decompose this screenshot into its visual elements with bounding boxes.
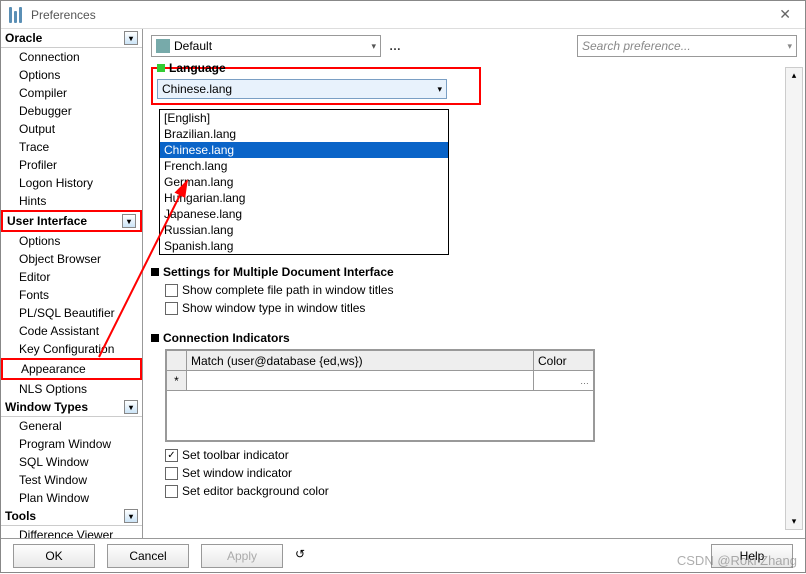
editor-bgcolor-checkbox[interactable]: Set editor background color (151, 482, 773, 500)
mdi-windowtype-checkbox[interactable]: Show window type in window titles (151, 299, 773, 317)
title-bar: Preferences ✕ (1, 1, 805, 29)
toolbar-indicator-checkbox[interactable]: ✓ Set toolbar indicator (151, 446, 773, 464)
col-color: Color (534, 351, 594, 371)
row-header (167, 351, 187, 371)
chevron-down-icon: ▾ (124, 31, 138, 45)
watermark: CSDN @Roki Zhang (677, 553, 797, 568)
chevron-down-icon: ▾ (124, 509, 138, 523)
language-dropdown[interactable]: [English]Brazilian.langChinese.langFrenc… (159, 109, 449, 255)
color-cell[interactable]: … (534, 371, 594, 391)
chevron-down-icon: ▾ (787, 41, 792, 52)
profile-more-button[interactable]: … (389, 39, 401, 53)
tree-section-window-types[interactable]: Window Types▾ (1, 398, 142, 417)
checkbox-icon (165, 467, 178, 480)
window-indicator-checkbox[interactable]: Set window indicator (151, 464, 773, 482)
new-row-marker: * (167, 371, 187, 391)
language-title: Language (169, 61, 226, 75)
language-option[interactable]: Chinese.lang (160, 142, 448, 158)
tree-item-nls-options[interactable]: NLS Options (1, 380, 142, 398)
profile-select[interactable]: Default ▾ (151, 35, 381, 57)
tree-item-sql-window[interactable]: SQL Window (1, 453, 142, 471)
conn-title: Connection Indicators (163, 331, 290, 345)
language-option[interactable]: Hungarian.lang (160, 190, 448, 206)
window-title: Preferences (31, 8, 96, 22)
chevron-down-icon: ▾ (124, 400, 138, 414)
scroll-up-icon[interactable]: ▴ (792, 68, 797, 83)
tree-item-test-window[interactable]: Test Window (1, 471, 142, 489)
match-cell[interactable] (187, 371, 534, 391)
group-marker-icon (151, 334, 159, 342)
search-input[interactable]: Search preference... ▾ (577, 35, 797, 57)
tree-item-profiler[interactable]: Profiler (1, 156, 142, 174)
language-value: Chinese.lang (162, 82, 232, 96)
language-option[interactable]: Brazilian.lang (160, 126, 448, 142)
checkbox-icon (165, 284, 178, 297)
scroll-down-icon[interactable]: ▾ (792, 514, 797, 529)
tree-item-key-configuration[interactable]: Key Configuration (1, 340, 142, 358)
app-icon (9, 7, 25, 23)
group-marker-icon (151, 268, 159, 276)
tree-item-compiler[interactable]: Compiler (1, 84, 142, 102)
tree-item-output[interactable]: Output (1, 120, 142, 138)
ok-button[interactable]: OK (13, 544, 95, 568)
language-option[interactable]: Russian.lang (160, 222, 448, 238)
tree-item-editor[interactable]: Editor (1, 268, 142, 286)
chevron-down-icon: ▾ (371, 41, 376, 52)
language-group: Language Chinese.lang ▾ [English]Brazili… (151, 67, 481, 105)
mdi-title: Settings for Multiple Document Interface (163, 265, 394, 279)
tree-section-oracle[interactable]: Oracle▾ (1, 29, 142, 48)
tree-item-code-assistant[interactable]: Code Assistant (1, 322, 142, 340)
checkbox-icon (165, 485, 178, 498)
cancel-button[interactable]: Cancel (107, 544, 189, 568)
tree-item-options[interactable]: Options (1, 232, 142, 250)
col-match: Match (user@database {ed,ws}) (187, 351, 534, 371)
tree-item-logon-history[interactable]: Logon History (1, 174, 142, 192)
language-select[interactable]: Chinese.lang ▾ (157, 79, 447, 99)
language-option[interactable]: [English] (160, 110, 448, 126)
preferences-tree: Oracle▾ConnectionOptionsCompilerDebugger… (1, 29, 143, 538)
preferences-main: Default ▾ … Search preference... ▾ Langu… (143, 29, 805, 538)
mdi-filepath-checkbox[interactable]: Show complete file path in window titles (151, 281, 773, 299)
connection-indicators-table[interactable]: Match (user@database {ed,ws}) Color * … (165, 349, 595, 442)
vertical-scrollbar[interactable]: ▴ ▾ (785, 67, 803, 530)
tree-item-connection[interactable]: Connection (1, 48, 142, 66)
tree-section-tools[interactable]: Tools▾ (1, 507, 142, 526)
tree-item-object-browser[interactable]: Object Browser (1, 250, 142, 268)
language-option[interactable]: Spanish.lang (160, 238, 448, 254)
tree-section-user-interface[interactable]: User Interface▾ (1, 210, 142, 232)
cube-icon (156, 39, 170, 53)
search-placeholder: Search preference... (582, 39, 691, 53)
tree-item-trace[interactable]: Trace (1, 138, 142, 156)
chevron-down-icon: ▾ (122, 214, 136, 228)
tree-item-pl-sql-beautifier[interactable]: PL/SQL Beautifier (1, 304, 142, 322)
tree-item-difference-viewer[interactable]: Difference Viewer (1, 526, 142, 538)
tree-item-fonts[interactable]: Fonts (1, 286, 142, 304)
tree-item-plan-window[interactable]: Plan Window (1, 489, 142, 507)
language-option[interactable]: German.lang (160, 174, 448, 190)
chevron-down-icon: ▾ (437, 84, 442, 95)
checkbox-icon: ✓ (165, 449, 178, 462)
tree-item-options[interactable]: Options (1, 66, 142, 84)
modified-marker-icon (157, 64, 165, 72)
close-icon[interactable]: ✕ (773, 6, 797, 23)
tree-item-program-window[interactable]: Program Window (1, 435, 142, 453)
profile-value: Default (174, 39, 212, 53)
apply-button[interactable]: Apply (201, 544, 283, 568)
reset-icon[interactable]: ↺ (295, 547, 313, 565)
language-option[interactable]: French.lang (160, 158, 448, 174)
tree-item-appearance[interactable]: Appearance (1, 358, 142, 380)
tree-item-debugger[interactable]: Debugger (1, 102, 142, 120)
checkbox-icon (165, 302, 178, 315)
tree-item-hints[interactable]: Hints (1, 192, 142, 210)
tree-item-general[interactable]: General (1, 417, 142, 435)
language-option[interactable]: Japanese.lang (160, 206, 448, 222)
